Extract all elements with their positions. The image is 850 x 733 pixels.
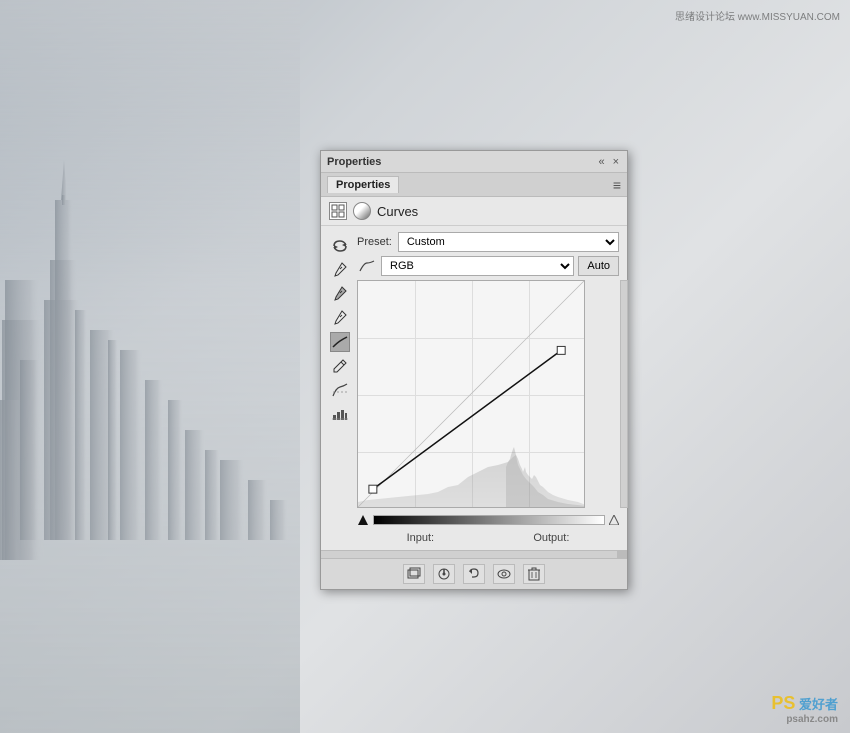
channel-icon[interactable]	[357, 256, 377, 276]
slider-row	[357, 514, 619, 526]
curves-graph-container	[357, 280, 619, 508]
properties-panel: Properties « × Properties ≡ Curves	[320, 150, 628, 590]
footer-delete[interactable]	[523, 564, 545, 584]
tool-curve[interactable]	[330, 332, 350, 352]
channel-row: RGB Red Green Blue Auto	[357, 256, 619, 276]
tool-histogram[interactable]	[330, 404, 350, 424]
curves-graph[interactable]	[357, 280, 585, 508]
city-silhouette	[0, 0, 300, 733]
tool-eyedropper-gray[interactable]	[330, 284, 350, 304]
preset-select[interactable]: Custom Default Strong Contrast Lighter D…	[398, 232, 619, 252]
tab-bar: Properties ≡	[321, 173, 627, 197]
tool-eyedropper-white[interactable]	[330, 308, 350, 328]
main-area: Preset: Custom Default Strong Contrast L…	[357, 232, 619, 544]
tool-pencil[interactable]	[330, 356, 350, 376]
footer-reset[interactable]	[433, 564, 455, 584]
panel-title: Properties	[327, 156, 381, 168]
panel-content: Preset: Custom Default Strong Contrast L…	[321, 226, 627, 550]
panel-title-bar: Properties « ×	[321, 151, 627, 173]
curve-svg	[358, 281, 584, 507]
section-title: Curves	[377, 204, 418, 219]
watermark-ps: PS	[771, 693, 795, 713]
watermark-site: psahz.com	[771, 714, 838, 725]
watermark-lover: 爱好者	[799, 697, 838, 712]
section-header: Curves	[321, 197, 627, 226]
panel-scroll-indicator[interactable]	[321, 550, 627, 558]
watermark-bottom: PS 爱好者 psahz.com	[771, 693, 838, 725]
title-bar-controls: « ×	[596, 156, 621, 168]
footer-new-layer[interactable]	[403, 564, 425, 584]
panel-menu-icon[interactable]: ≡	[613, 177, 621, 193]
section-icon-circle	[353, 202, 371, 220]
tool-eyedropper-black[interactable]	[330, 260, 350, 280]
footer-visibility[interactable]	[493, 564, 515, 584]
graph-scrollbar[interactable]	[620, 280, 628, 508]
output-label: Output:	[533, 532, 569, 544]
left-toolbar	[329, 232, 351, 544]
input-label: Input:	[407, 532, 435, 544]
white-point-triangle[interactable]	[609, 515, 619, 525]
footer-toolbar	[321, 558, 627, 589]
panel-scrollbar-thumb	[617, 551, 627, 558]
watermark-top: 思绪设计论坛 www.MISSYUAN.COM	[675, 8, 840, 23]
auto-button[interactable]: Auto	[578, 256, 619, 276]
preset-label: Preset:	[357, 236, 392, 248]
preset-row: Preset: Custom Default Strong Contrast L…	[357, 232, 619, 252]
black-point-slider[interactable]	[357, 514, 369, 526]
channel-select[interactable]: RGB Red Green Blue	[381, 256, 574, 276]
collapse-button[interactable]: «	[596, 156, 606, 168]
tab-properties[interactable]: Properties	[327, 176, 399, 193]
gradient-slider[interactable]	[373, 515, 605, 525]
io-row: Input: Output:	[357, 532, 619, 544]
tool-cycle[interactable]	[330, 236, 350, 256]
tool-smooth[interactable]	[330, 380, 350, 400]
footer-undo[interactable]	[463, 564, 485, 584]
close-button[interactable]: ×	[611, 156, 621, 168]
section-icon-grid	[329, 202, 347, 220]
